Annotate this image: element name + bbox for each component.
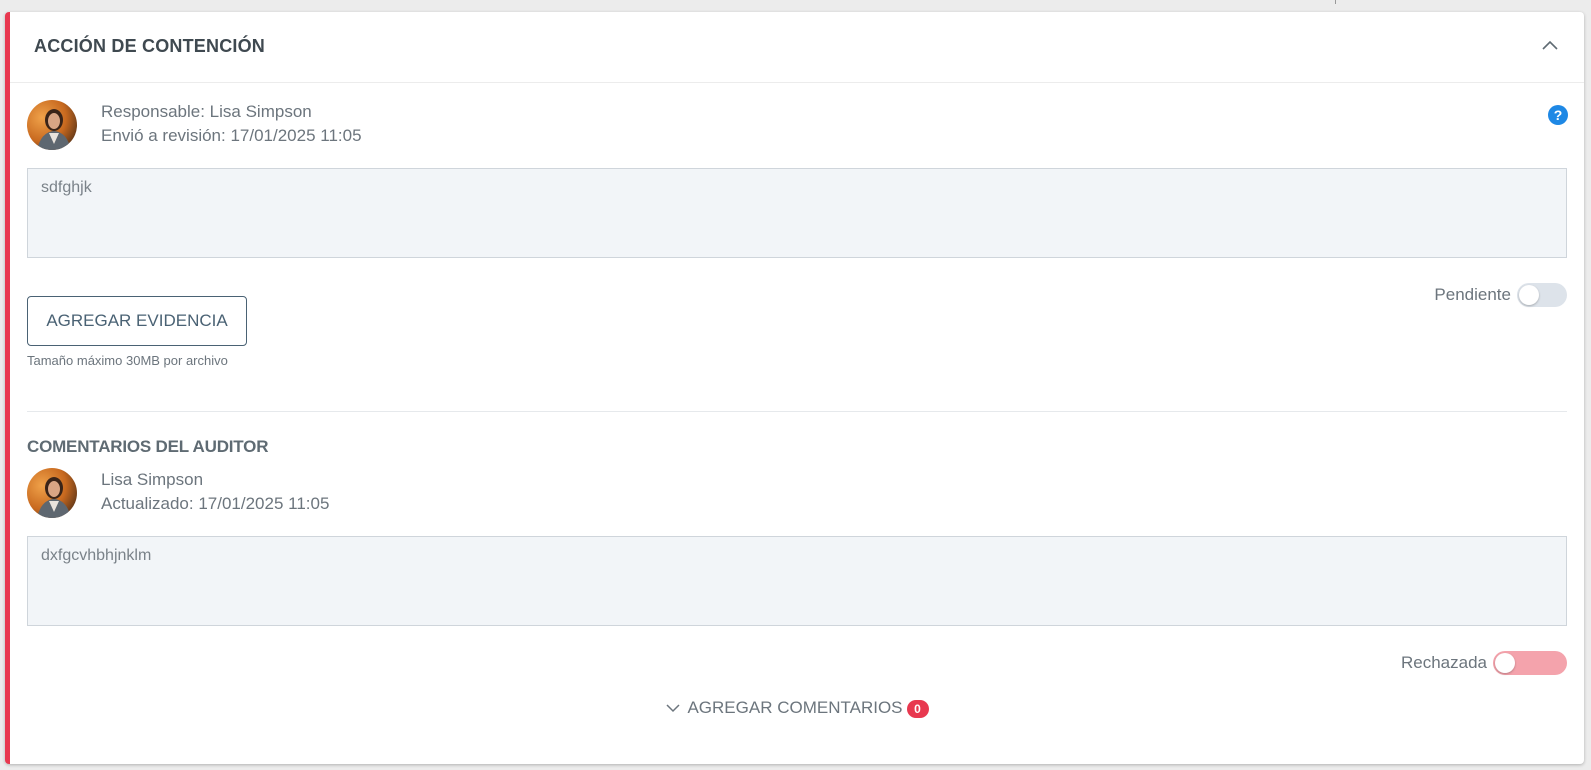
auditor-comments-title: COMENTARIOS DEL AUDITOR [27,437,269,456]
sent-review-date: Envió a revisión: 17/01/2025 11:05 [101,126,362,145]
chevron-down-icon [665,699,681,719]
responsible-name: Responsable: Lisa Simpson [101,102,312,121]
section-title: ACCIÓN DE CONTENCIÓN [34,36,266,56]
toggle-knob [1495,653,1515,673]
rejected-toggle-row: Rechazada [1401,650,1567,676]
pending-label: Pendiente [1434,285,1511,304]
top-edge-mark [1335,0,1336,4]
add-comments-label: AGREGAR COMENTARIOS [687,698,903,717]
add-comments-button[interactable]: AGREGAR COMENTARIOS 0 [10,698,1584,719]
avatar [27,468,77,518]
auditor-comment-textarea[interactable]: dxfgcvhbhjnklm [27,536,1567,626]
add-evidence-button[interactable]: AGREGAR EVIDENCIA [27,296,247,346]
chevron-up-icon[interactable] [1538,34,1562,58]
card-header[interactable]: ACCIÓN DE CONTENCIÓN [10,12,1584,83]
toggle-knob [1519,285,1539,305]
response-textarea[interactable]: sdfghjk [27,168,1567,258]
rejected-label: Rechazada [1400,653,1487,672]
avatar [27,100,77,150]
file-size-hint: Tamaño máximo 30MB por archivo [27,353,228,368]
pending-toggle-row: Pendiente [1434,282,1567,308]
rejected-toggle[interactable] [1493,651,1567,675]
containment-action-card: ACCIÓN DE CONTENCIÓN Responsable: Lisa S… [5,12,1584,764]
pending-toggle[interactable] [1517,283,1567,307]
help-icon[interactable]: ? [1548,105,1568,125]
divider [27,411,1567,412]
comments-count-badge: 0 [906,699,929,718]
auditor-updated-date: Actualizado: 17/01/2025 11:05 [101,494,330,513]
auditor-name: Lisa Simpson [101,470,204,489]
